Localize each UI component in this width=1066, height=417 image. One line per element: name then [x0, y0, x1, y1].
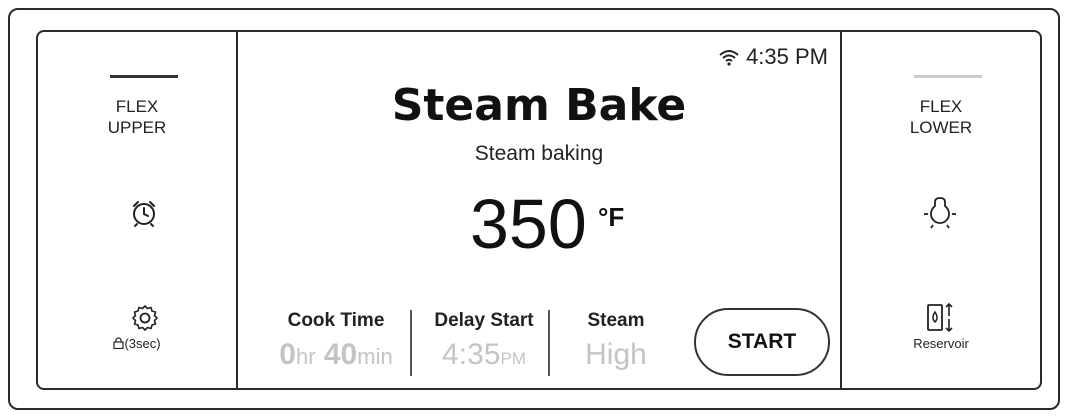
flex-lower-label-line1: FLEX [919, 97, 963, 116]
settings-separator [548, 310, 550, 376]
cooking-mode-subtitle: Steam baking [474, 142, 604, 165]
temperature-unit: °F [598, 202, 625, 232]
cook-time-hours: 0 [279, 338, 296, 371]
flex-upper-label-line2: UPPER [107, 118, 167, 137]
reservoir-label: Reservoir [913, 336, 969, 351]
flex-upper-label-line1: FLEX [115, 97, 159, 116]
steam-setting[interactable]: Steam High [566, 310, 666, 372]
lock-icon [113, 337, 125, 350]
right-panel: FLEX LOWER Reservoir [842, 32, 1040, 388]
cook-time-label: Cook Time [287, 310, 385, 331]
flex-lower-label-line2: LOWER [909, 118, 973, 137]
delay-start-setting[interactable]: Delay Start 4:35PM [420, 310, 548, 372]
settings-separator [410, 310, 412, 376]
start-button[interactable]: START [694, 308, 830, 376]
oven-light-icon[interactable] [922, 196, 958, 230]
steam-label: Steam [587, 310, 645, 331]
clock-time: 4:35 PM [746, 44, 828, 69]
status-bar: 4:35 PM [718, 44, 828, 70]
cook-time-value: 0hr 40min [258, 338, 414, 372]
water-reservoir-icon[interactable] [926, 302, 956, 334]
delay-start-value: 4:35PM [420, 338, 548, 372]
cook-time-hours-unit: hr [295, 344, 316, 369]
flex-upper-button[interactable]: FLEX UPPER [38, 96, 236, 138]
temperature-value[interactable]: 350 [470, 184, 587, 264]
cook-time-setting[interactable]: Cook Time 0hr 40min [258, 310, 414, 372]
gear-icon[interactable] [131, 304, 159, 332]
control-lock-button[interactable]: (3sec) [38, 336, 236, 351]
alarm-clock-icon[interactable] [129, 198, 159, 228]
flex-lower-button[interactable]: FLEX LOWER [842, 96, 1040, 138]
lock-duration-label: (3sec) [124, 336, 161, 351]
left-panel: FLEX UPPER (3sec) [38, 32, 236, 388]
steam-value: High [585, 338, 647, 371]
cooking-mode-title[interactable]: Steam Bake [238, 80, 840, 131]
wifi-icon [719, 50, 739, 66]
main-display: 4:35 PM Steam Bake Steam baking 350 °F C… [238, 32, 840, 388]
delay-start-ampm: PM [500, 349, 526, 368]
flex-upper-active-indicator [110, 75, 178, 78]
delay-start-label: Delay Start [434, 310, 534, 331]
delay-start-time: 4:35 [442, 338, 501, 371]
cook-time-minutes-unit: min [357, 344, 393, 369]
cook-time-minutes: 40 [323, 338, 358, 371]
flex-lower-inactive-indicator [914, 75, 982, 78]
